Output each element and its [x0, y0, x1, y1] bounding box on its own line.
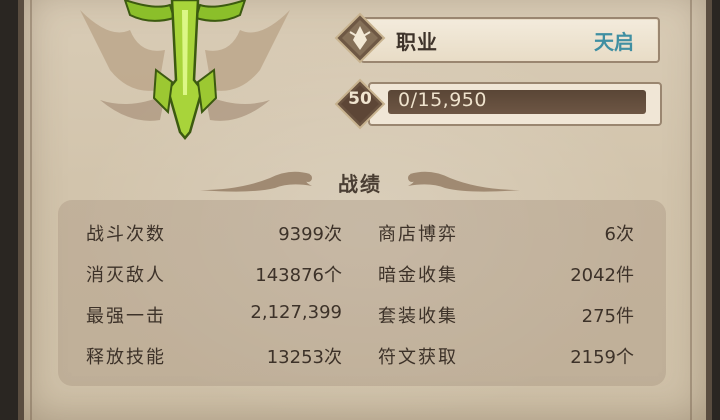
- stat-label: 释放技能: [86, 347, 166, 368]
- stat-label: 消灭敌人: [86, 265, 166, 286]
- stat-value: 143876个: [255, 265, 342, 286]
- stat-value: 2159个: [570, 347, 634, 368]
- stat-row: 消灭敌人 143876个: [86, 261, 342, 291]
- stat-row: 暗金收集 2042件: [378, 261, 634, 291]
- class-emblem-icon: [70, 0, 300, 140]
- class-label: 职业: [396, 30, 438, 54]
- stat-value: 6次: [604, 224, 634, 245]
- stats-panel: 战斗次数 9399次 消灭敌人 143876个 最强一击 2,127,399 释…: [58, 200, 666, 386]
- stat-row: 释放技能 13253次: [86, 343, 342, 373]
- exp-bar: 0/15,950: [368, 82, 662, 126]
- stats-title: 战绩: [338, 172, 382, 196]
- stat-row: 最强一击 2,127,399: [86, 302, 342, 332]
- class-value: 天启: [594, 30, 634, 54]
- stat-row: 套装收集 275件: [378, 302, 634, 332]
- stat-value: 2,127,399: [250, 302, 342, 323]
- stat-value: 275件: [581, 306, 634, 327]
- stat-label: 套装收集: [378, 306, 458, 327]
- stat-label: 符文获取: [378, 347, 458, 368]
- stat-label: 商店博弈: [378, 224, 458, 245]
- stat-row: 商店博弈 6次: [378, 220, 634, 250]
- stat-value: 13253次: [266, 347, 342, 368]
- stat-row: 符文获取 2159个: [378, 343, 634, 373]
- stat-value: 9399次: [278, 224, 342, 245]
- class-diamond-icon: [334, 12, 386, 64]
- stat-row: 战斗次数 9399次: [86, 220, 342, 250]
- stat-label: 最强一击: [86, 306, 166, 327]
- stat-value: 2042件: [570, 265, 634, 286]
- stat-label: 暗金收集: [378, 265, 458, 286]
- stat-label: 战斗次数: [86, 224, 166, 245]
- exp-text: 0/15,950: [398, 89, 487, 111]
- level-number: 50: [348, 89, 372, 109]
